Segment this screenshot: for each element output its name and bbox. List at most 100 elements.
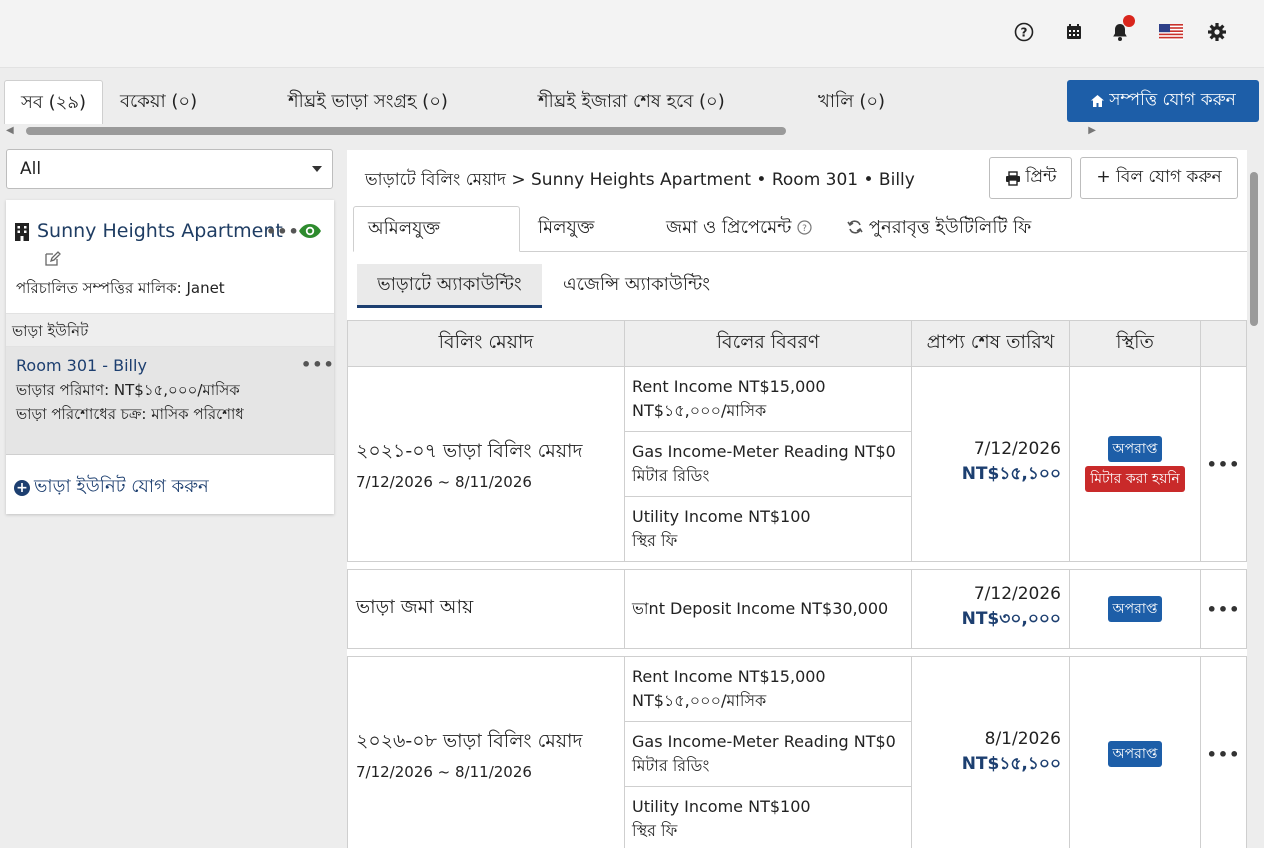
due-date-cell: 7/12/2026 NT$৩০,০০০ <box>911 569 1070 649</box>
due-date: 7/12/2026 <box>973 439 1061 459</box>
billing-period-title: ভাড়া জমা আয় <box>356 596 474 618</box>
tab-unmatched[interactable]: অমিলযুক্ত <box>353 206 520 252</box>
due-amount: NT$১৫,১০০ <box>961 464 1061 484</box>
gear-icon[interactable] <box>1205 20 1229 44</box>
bill-item: Utility Income NT$100 স্থির ফি <box>624 496 912 562</box>
status-badge-unreceived: অপরাপ্ত <box>1107 596 1163 622</box>
printer-icon <box>1005 170 1020 186</box>
row-more-icon[interactable]: ••• <box>1200 366 1247 562</box>
bill-item-detail: মিটার রিডিং <box>632 756 710 775</box>
property-more-icon[interactable]: ••• <box>266 222 300 241</box>
tab-tenant-accounting[interactable]: ভাড়াটে অ্যাকাউন্টিং <box>357 264 542 308</box>
column-header: বিলের বিবরণ <box>624 320 912 367</box>
edit-icon[interactable] <box>44 250 61 271</box>
bill-status-tabs: অমিলযুক্ত মিলযুক্ত জমা ও প্রিপেমেন্ট ? প… <box>353 206 1247 252</box>
billing-table: বিলিং মেয়াদ বিলের বিবরণ প্রাপ্য শেষ তার… <box>347 320 1247 848</box>
table-row[interactable]: ২০২৬-০৮ ভাড়া বিলিং মেয়াদ 7/12/2026 ~ 8… <box>347 656 1247 848</box>
tab-lease-ending-soon[interactable]: শীঘ্রই ইজারা শেষ হবে (০) <box>538 80 725 124</box>
plus-circle-icon: + <box>14 479 30 496</box>
row-spacer <box>347 561 1247 570</box>
breadcrumb-path: Sunny Heights Apartment • Room 301 • Bil… <box>531 170 915 190</box>
bill-item-title: ভাnt Deposit Income NT$30,000 <box>632 599 889 618</box>
tab-overdue[interactable]: বকেয়া (০) <box>120 80 197 124</box>
breadcrumb-root[interactable]: ভাড়াটে বিলিং মেয়াদ <box>365 170 506 190</box>
bill-item-title: Rent Income NT$15,000 <box>632 377 826 396</box>
add-rental-unit-link[interactable]: + ভাড়া ইউনিট যোগ করুন <box>14 472 209 503</box>
eye-icon[interactable] <box>298 223 322 243</box>
billing-period-title: ২০২৬-০৮ ভাড়া বিলিং মেয়াদ <box>356 730 583 752</box>
bill-item-title: Rent Income NT$15,000 <box>632 667 826 686</box>
bill-item: Rent Income NT$15,000 NT$১৫,০০০/মাসিক <box>624 656 912 722</box>
billing-period-dates: 7/12/2026 ~ 8/11/2026 <box>356 473 532 491</box>
property-filter-value: All <box>20 159 42 179</box>
status-badge-unreceived: অপরাপ্ত <box>1107 741 1163 767</box>
bill-item-title: Utility Income NT$100 <box>632 797 811 816</box>
svg-text:?: ? <box>802 224 807 234</box>
row-more-icon[interactable]: ••• <box>1200 656 1247 848</box>
tab-recurring-utility-fee[interactable]: পুনরাবৃত্ত ইউটিলিটি ফি <box>847 206 1031 252</box>
home-icon <box>1091 95 1105 107</box>
unit-payment-cycle: ভাড়া পরিশোধের চক্র: মাসিক পরিশোধ <box>16 405 244 423</box>
scroll-left-arrow-icon[interactable]: ◀ <box>6 125 14 136</box>
tab-all[interactable]: সব (২৯) <box>4 80 104 124</box>
help-icon[interactable]: ? <box>1012 20 1036 44</box>
tab-rent-due-soon[interactable]: শীঘ্রই ভাড়া সংগ্রহ (০) <box>288 80 448 124</box>
notification-badge <box>1123 15 1135 27</box>
table-row[interactable]: ২০২১-০৭ ভাড়া বিলিং মেয়াদ 7/12/2026 ~ 8… <box>347 366 1247 562</box>
add-bill-label: + বিল যোগ করুন <box>1096 167 1222 187</box>
add-bill-button[interactable]: + বিল যোগ করুন <box>1080 157 1238 199</box>
tab-vacant[interactable]: খালি (০) <box>818 80 885 124</box>
breadcrumb: ভাড়াটে বিলিং মেয়াদ > Sunny Heights Apa… <box>365 167 915 195</box>
property-filter-select[interactable]: All <box>6 149 333 189</box>
scrollbar-thumb[interactable] <box>26 127 786 135</box>
scroll-right-arrow-icon[interactable]: ▶ <box>1088 125 1096 136</box>
bell-icon[interactable] <box>1108 15 1135 44</box>
building-icon <box>14 222 30 246</box>
property-name[interactable]: Sunny Heights Apartment <box>37 220 283 242</box>
tab-matched[interactable]: মিলযুক্ত <box>538 206 594 252</box>
bill-item: ভাnt Deposit Income NT$30,000 <box>624 569 912 649</box>
rental-unit-item[interactable]: Room 301 - Billy ••• ভাড়ার পরিমাণ: NT$১… <box>6 347 334 455</box>
bill-item-detail: স্থির ফি <box>632 821 678 840</box>
print-button[interactable]: প্রিন্ট <box>989 157 1072 199</box>
add-property-button[interactable]: সম্পত্তি যোগ করুন <box>1067 80 1259 122</box>
table-row[interactable]: ভাড়া জমা আয় ভাnt Deposit Income NT$30,… <box>347 569 1247 649</box>
refresh-icon <box>847 220 863 234</box>
bill-item-title: Gas Income-Meter Reading NT$0 <box>632 442 896 461</box>
svg-text:?: ? <box>1021 26 1028 40</box>
chevron-down-icon <box>312 166 322 172</box>
tabs-horizontal-scrollbar[interactable]: ◀ ▶ <box>4 124 1098 138</box>
bill-item: Gas Income-Meter Reading NT$0 মিটার রিডি… <box>624 431 912 497</box>
status-cell: অপরাপ্ত মিটার করা হয়নি <box>1069 366 1201 562</box>
scrollbar-thumb[interactable] <box>1250 172 1258 326</box>
recurring-fee-label: পুনরাবৃত্ত ইউটিলিটি ফি <box>868 217 1032 238</box>
due-date-cell: 8/1/2026 NT$১৫,১০০ <box>911 656 1070 848</box>
bill-item-detail: স্থির ফি <box>632 531 678 550</box>
us-flag-icon[interactable] <box>1158 20 1184 44</box>
bill-item-detail: NT$১৫,০০০/মাসিক <box>632 401 767 420</box>
top-bar: ? <box>0 0 1264 68</box>
bill-item: Utility Income NT$100 স্থির ফি <box>624 786 912 848</box>
unit-more-icon[interactable]: ••• <box>301 355 335 374</box>
due-date: 8/1/2026 <box>984 729 1061 749</box>
unit-name[interactable]: Room 301 - Billy <box>16 356 147 375</box>
due-date: 7/12/2026 <box>973 584 1061 604</box>
bill-item: Rent Income NT$15,000 NT$১৫,০০০/মাসিক <box>624 366 912 432</box>
table-header-row: বিলিং মেয়াদ বিলের বিবরণ প্রাপ্য শেষ তার… <box>347 320 1247 367</box>
bill-item-title: Gas Income-Meter Reading NT$0 <box>632 732 896 751</box>
main-vertical-scrollbar[interactable] <box>1249 172 1259 848</box>
column-header: বিলিং মেয়াদ <box>347 320 625 367</box>
help-icon[interactable]: ? <box>797 220 812 235</box>
billing-period-cell: ভাড়া জমা আয় <box>347 569 625 649</box>
print-label: প্রিন্ট <box>1025 167 1057 187</box>
breadcrumb-separator: > <box>511 170 526 190</box>
due-amount: NT$৩০,০০০ <box>961 609 1061 629</box>
column-header: স্থিতি <box>1069 320 1201 367</box>
tab-agency-accounting[interactable]: এজেন্সি অ্যাকাউন্টিং <box>563 264 710 306</box>
column-header: প্রাপ্য শেষ তারিখ <box>911 320 1070 367</box>
calendar-icon[interactable] <box>1062 20 1086 44</box>
deposits-label: জমা ও প্রিপেমেন্ট <box>666 217 792 238</box>
tab-deposits-prepayments[interactable]: জমা ও প্রিপেমেন্ট ? <box>666 206 812 252</box>
property-owner: পরিচালিত সম্পত্তির মালিক: Janet <box>16 279 225 297</box>
row-more-icon[interactable]: ••• <box>1200 569 1247 649</box>
